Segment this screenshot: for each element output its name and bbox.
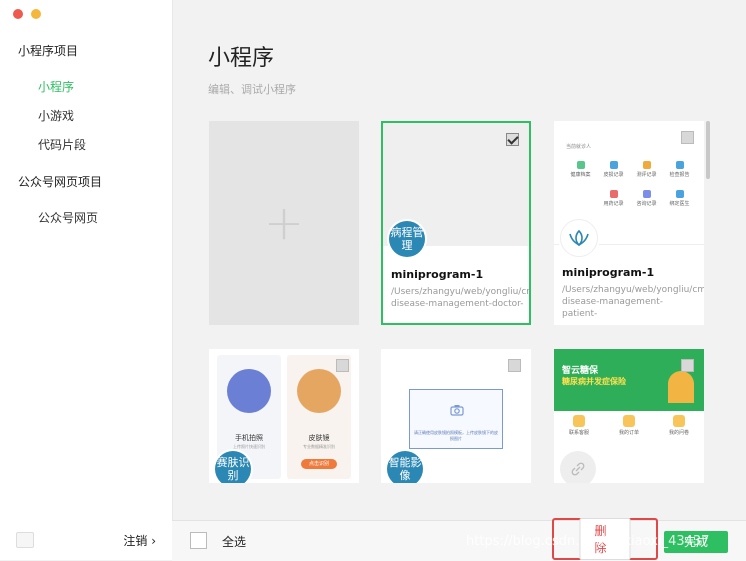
project-card[interactable]: 手机拍照 上传照片快速识别 皮肤镜 专业数据精准识别 点击识别 赛肤识别 [209,349,359,483]
scrollbar[interactable] [706,121,710,179]
thumb-menu-item: 测评记录 [630,161,663,178]
project-card[interactable]: 智云糖保 糖尿病并发症保险 联系客服 我的订单 我的问卷 [554,349,704,483]
link-icon [571,462,585,476]
thumb-menu-item: 绑定医生 [663,190,696,207]
banner-subtitle: 糖尿病并发症保险 [562,377,626,386]
page-title: 小程序 [208,46,275,71]
banner-title: 智云糖保 [562,366,599,376]
project-card[interactable]: 请正确使用皮肤镜拍照模板，上传皮肤镜下的皮损图片 智能影像 [381,349,531,483]
project-checkbox[interactable] [506,133,519,146]
sidebar-item-official-webpage[interactable]: 公众号网页 [38,209,98,226]
phone-camera-icon [227,369,271,413]
sidebar-footer: 注销 › [0,520,172,560]
thumb-menu-item: 联系客服 [569,415,589,436]
thumb-menu-item: 皮损记录 [597,161,630,178]
thumb-button: 点击识别 [301,459,337,469]
section-title-web-projects: 公众号网页项目 [18,175,103,189]
thumb-menu-item [564,190,597,207]
project-logo: 智能影像 [387,451,423,483]
project-checkbox[interactable] [508,359,521,372]
avatar[interactable] [16,532,34,548]
sidebar-item-minigame[interactable]: 小游戏 [38,107,74,124]
thumb-menu-row: 联系客服 我的订单 我的问卷 [554,415,704,436]
thumb-panel: 皮肤镜 专业数据精准识别 点击识别 [287,355,351,479]
project-logo [560,451,596,483]
dermoscope-icon [297,369,341,413]
thumb-menu-item: 我的问卷 [669,415,689,436]
project-logo: 病程管理 [389,221,425,257]
project-path: /Users/zhangyu/web/yongliu/cmv-disease-m… [562,285,704,319]
project-name: miniprogram-1 [391,268,484,281]
thumb-menu-item: 检查报告 [663,161,696,178]
select-all-label: 全选 [222,535,247,549]
project-card[interactable]: 病程管理 miniprogram-1 /Users/zhangyu/web/yo… [381,121,531,325]
thumb-menu-grid: 健康档案 皮损记录 测评记录 检查报告 用药记录 咨询记录 绑定医生 [564,161,696,207]
thumb-menu-item: 我的订单 [619,415,639,436]
sidebar-item-miniprogram[interactable]: 小程序 [38,78,74,95]
project-checkbox[interactable] [336,359,349,372]
thumb-header: 当前就诊人 [566,144,592,150]
project-name: miniprogram-1 [562,266,655,279]
project-logo [560,219,598,257]
thumb-sublabel: 上传照片快速识别 [233,444,265,449]
thumb-label: 手机拍照 [235,434,263,442]
thumb-menu-item: 健康档案 [564,161,597,178]
thumb-caption: 请正确使用皮肤镜拍照模板，上传皮肤镜下的皮损图片 [414,430,498,441]
page-subtitle: 编辑、调试小程序 [208,83,296,96]
sidebar-item-code-snippet[interactable]: 代码片段 [38,136,86,153]
select-all-checkbox[interactable] [190,532,207,549]
minimize-window-button[interactable] [31,9,41,19]
sidebar: 小程序项目 小程序 小游戏 代码片段 公众号网页项目 公众号网页 注销 › [0,0,173,560]
section-title-miniprogram-projects: 小程序项目 [18,44,79,58]
scan-frame: 请正确使用皮肤镜拍照模板，上传皮肤镜下的皮损图片 [409,389,503,449]
logout-button[interactable]: 注销 › [123,532,156,549]
banner-illustration [668,371,694,403]
project-card[interactable]: 当前就诊人 健康档案 皮损记录 测评记录 检查报告 用药记录 咨询记录 绑定医生… [554,121,704,325]
thumb-sublabel: 专业数据精准识别 [303,444,335,449]
plus-icon: + [263,195,305,251]
project-logo: 赛肤识别 [215,451,251,483]
thumb-menu-item: 咨询记录 [630,190,663,207]
thumb-label: 皮肤镜 [308,434,330,442]
close-window-button[interactable] [13,9,23,19]
project-path: /Users/zhangyu/web/yongliu/cmv-disease-m… [391,287,531,309]
project-checkbox[interactable] [681,131,694,144]
watermark: https://blog.csdn.net/zaixiaoxi_43437 [466,534,710,549]
project-checkbox[interactable] [681,359,694,372]
leaf-logo-icon [569,229,589,247]
window-controls [13,9,41,19]
camera-icon [450,405,464,416]
new-project-card[interactable]: + [209,121,359,325]
thumb-menu-item: 用药记录 [597,190,630,207]
